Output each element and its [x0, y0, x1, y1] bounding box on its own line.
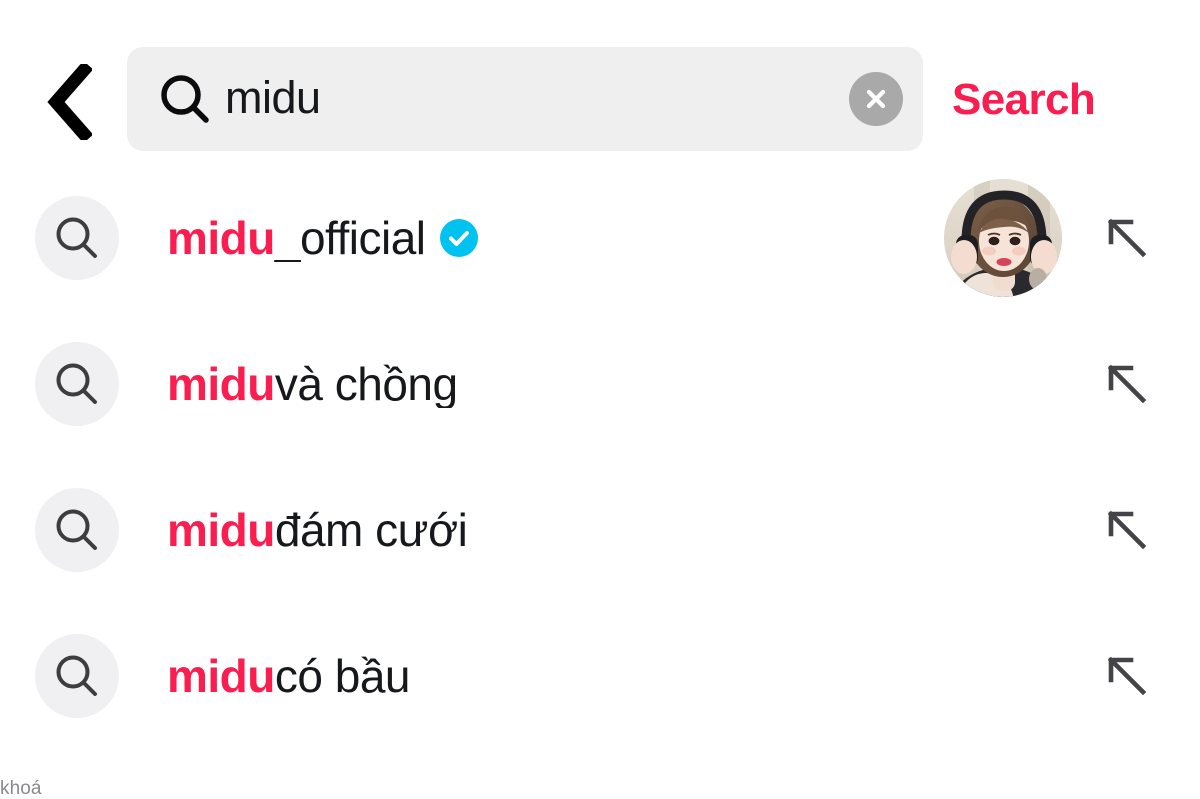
search-submit-button[interactable]: Search [952, 60, 1152, 140]
suggestion-label: midu có bầu [167, 652, 944, 700]
search-icon [35, 342, 119, 426]
close-circle-icon [862, 85, 890, 113]
suggestion-rest-text: và chồng [274, 359, 458, 409]
avatar[interactable] [944, 179, 1062, 297]
list-item[interactable]: midu đám cưới [0, 457, 1200, 603]
search-suggestions-list: midu _official midu và chồng midu đám cư… [0, 165, 1200, 749]
list-item[interactable]: midu và chồng [0, 311, 1200, 457]
avatar-placeholder [944, 325, 1062, 443]
search-input[interactable]: midu [225, 75, 839, 123]
search-input-container[interactable]: midu [127, 47, 923, 151]
avatar-placeholder [944, 471, 1062, 589]
list-item[interactable]: midu có bầu [0, 603, 1200, 749]
search-header: midu Search [0, 0, 1200, 165]
fill-query-button[interactable] [1092, 495, 1162, 565]
search-icon [159, 73, 211, 125]
back-button[interactable] [38, 60, 100, 144]
fill-query-button[interactable] [1092, 203, 1162, 273]
suggestion-match-text: midu [167, 213, 275, 263]
arrow-up-left-icon [1101, 212, 1153, 264]
search-icon [35, 196, 119, 280]
list-item[interactable]: midu _official [0, 165, 1200, 311]
suggestion-match-text: midu [167, 505, 275, 555]
clear-search-button[interactable] [849, 72, 903, 126]
suggestion-label: midu _official [167, 214, 944, 262]
chevron-left-icon [46, 64, 92, 140]
search-icon [35, 488, 119, 572]
avatar-placeholder [944, 617, 1062, 735]
verified-badge-icon [439, 218, 478, 257]
suggestion-label: midu đám cưới [167, 506, 944, 554]
bottom-caption-text: khoá [0, 778, 42, 799]
suggestion-match-text: midu [167, 651, 275, 701]
suggestion-rest-text: có bầu [274, 651, 411, 701]
search-icon [35, 634, 119, 718]
suggestion-rest-text: đám cưới [274, 505, 468, 555]
suggestion-match-text: midu [167, 359, 275, 409]
fill-query-button[interactable] [1092, 349, 1162, 419]
arrow-up-left-icon [1101, 358, 1153, 410]
fill-query-button[interactable] [1092, 641, 1162, 711]
suggestion-rest-text: _official [274, 213, 426, 263]
arrow-up-left-icon [1101, 650, 1153, 702]
arrow-up-left-icon [1101, 504, 1153, 556]
suggestion-label: midu và chồng [167, 360, 944, 408]
